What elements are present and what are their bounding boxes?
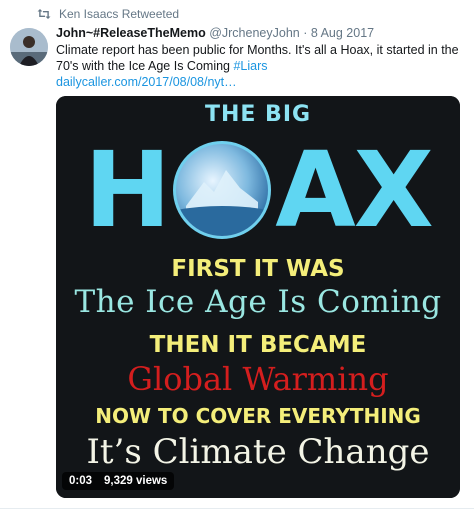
video-text-global-warming: Global Warming	[127, 360, 389, 398]
video-views: 9,329 views	[104, 475, 168, 487]
video-info-badge: 0:03 9,329 views	[62, 472, 175, 490]
video-duration: 0:03	[69, 475, 93, 487]
video-player[interactable]: THE BIG H AX FIRST IT WAS The Ice Age Is…	[56, 96, 460, 498]
url-link[interactable]: dailycaller.com/2017/08/08/nyt…	[56, 75, 237, 89]
hoax-letter-h: H	[84, 129, 171, 251]
video-text-then-it-became: THEN IT BECAME	[149, 332, 367, 358]
video-text-ice-age: The Ice Age Is Coming	[74, 284, 442, 320]
hoax-letters-ax: AX	[275, 129, 434, 251]
user-handle[interactable]: @JrcheneyJohn	[209, 26, 300, 40]
retweet-text[interactable]: Ken Isaacs Retweeted	[59, 7, 179, 21]
video-text-hoax: H AX	[56, 130, 460, 250]
iceberg-icon	[176, 170, 269, 236]
retweet-context: Ken Isaacs Retweeted	[37, 6, 179, 22]
tweet-header: John~#ReleaseTheMemo @JrcheneyJohn · 8 A…	[56, 24, 374, 42]
video-text-climate-change: It’s Climate Change	[86, 432, 430, 472]
tweet-text: Climate report has been public for Month…	[56, 42, 466, 74]
header-separator: ·	[303, 26, 308, 40]
video-text-first-it-was: FIRST IT WAS	[171, 256, 345, 282]
tweet-link-line: dailycaller.com/2017/08/08/nyt…	[56, 74, 237, 90]
tweet-divider	[0, 508, 474, 509]
hashtag-link[interactable]: #Liars	[233, 59, 267, 73]
avatar[interactable]	[10, 28, 48, 66]
retweet-icon	[37, 9, 51, 19]
video-text-now-to-cover: NOW TO COVER EVERYTHING	[95, 404, 421, 428]
avatar-image	[10, 28, 48, 66]
display-name[interactable]: John~#ReleaseTheMemo	[56, 26, 206, 40]
video-text-the-big: THE BIG	[204, 102, 312, 127]
tweet-date[interactable]: 8 Aug 2017	[311, 26, 374, 40]
glacier-orb-image	[173, 141, 272, 239]
